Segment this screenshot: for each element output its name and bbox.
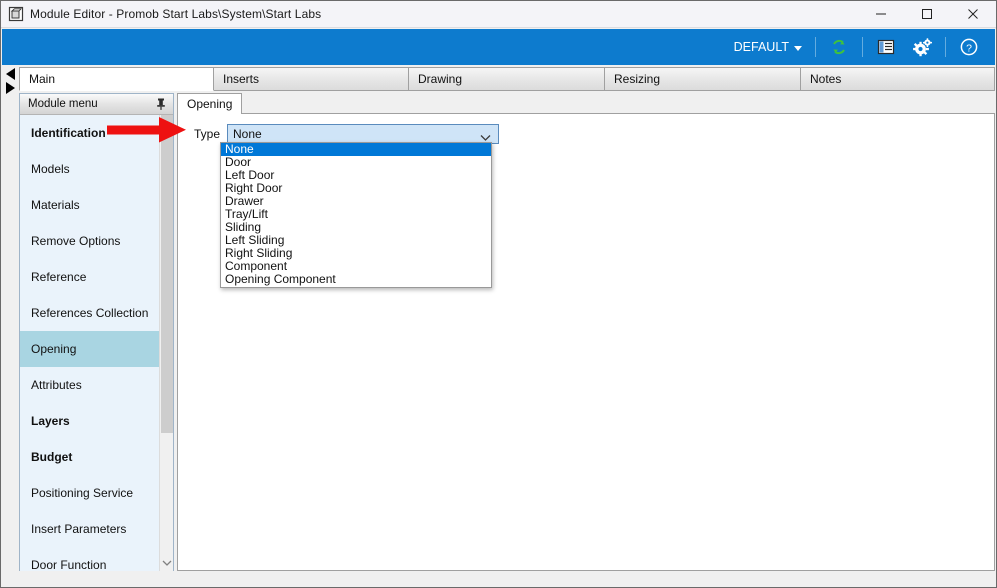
content-tab-strip: Opening: [177, 93, 995, 114]
sidebar-item-label: Budget: [31, 450, 73, 464]
dropdown-option-label: Left Sliding: [225, 233, 285, 247]
dropdown-option-label: Sliding: [225, 220, 262, 234]
dropdown-option-label: Opening Component: [225, 272, 336, 286]
tab-label: Inserts: [223, 72, 260, 86]
sidebar-item-label: References Collection: [31, 306, 149, 320]
refresh-sync-icon[interactable]: [827, 35, 851, 59]
panel-collapse-rail: [2, 66, 19, 571]
tab-main[interactable]: Main: [19, 67, 214, 91]
main-tab-strip: Main Inserts Drawing Resizing Notes: [19, 67, 995, 91]
sidebar-scrollbar-thumb[interactable]: [161, 115, 173, 433]
dropdown-option-opening-component[interactable]: Opening Component: [221, 273, 491, 286]
sidebar-item-reference[interactable]: Reference: [20, 259, 160, 295]
title-bar: Module Editor - Promob Start Labs\System…: [1, 1, 996, 28]
dropdown-option-label: None: [225, 142, 254, 156]
default-profile-label: DEFAULT: [733, 40, 789, 54]
ribbon-separator-3: [945, 37, 946, 57]
gears-settings-icon[interactable]: [910, 35, 934, 59]
window-title: Module Editor - Promob Start Labs\System…: [30, 7, 322, 21]
sidebar-item-opening[interactable]: Opening: [20, 331, 160, 367]
close-button[interactable]: [950, 1, 996, 28]
dropdown-option-label: Door: [225, 155, 252, 169]
list-panel-icon[interactable]: [874, 35, 898, 59]
dropdown-option-label: Tray/Lift: [225, 207, 268, 221]
help-question-icon[interactable]: ?: [957, 35, 981, 59]
sidebar-item-label: Door Function: [31, 558, 107, 571]
sidebar-item-door-function[interactable]: Door Function: [20, 547, 160, 571]
sidebar-item-layers[interactable]: Layers: [20, 403, 160, 439]
type-combobox-value: None: [233, 127, 262, 141]
tab-resizing[interactable]: Resizing: [605, 67, 801, 91]
maximize-button[interactable]: [904, 1, 950, 28]
sidebar-item-label: Identification: [31, 126, 106, 140]
chevron-down-icon: [794, 45, 802, 51]
module-menu-header: Module menu: [20, 94, 173, 115]
sidebar-item-label: Models: [31, 162, 70, 176]
ribbon-separator-2: [862, 37, 863, 57]
sidebar-item-positioning-service[interactable]: Positioning Service: [20, 475, 160, 511]
collapse-left-arrow-icon[interactable]: [6, 68, 15, 80]
sidebar-item-models[interactable]: Models: [20, 151, 160, 187]
sidebar-item-insert-parameters[interactable]: Insert Parameters: [20, 511, 160, 547]
module-editor-window: Module Editor - Promob Start Labs\System…: [0, 0, 997, 588]
dropdown-option-label: Left Door: [225, 168, 275, 182]
sidebar-scrollbar[interactable]: [159, 115, 173, 571]
type-field-row: Type None: [186, 124, 499, 144]
sidebar-item-label: Opening: [31, 342, 77, 356]
tab-label: Main: [29, 72, 56, 86]
scroll-down-icon[interactable]: [160, 554, 173, 571]
ribbon-bar: DEFAULT ?: [2, 29, 995, 65]
sidebar-item-label: Positioning Service: [31, 486, 134, 500]
pin-icon[interactable]: [155, 97, 167, 111]
expand-right-arrow-icon[interactable]: [6, 82, 15, 94]
minimize-button[interactable]: [858, 1, 904, 28]
module-menu-title: Module menu: [28, 98, 98, 110]
tab-drawing[interactable]: Drawing: [409, 67, 605, 91]
dropdown-option-label: Component: [225, 259, 288, 273]
sidebar-item-materials[interactable]: Materials: [20, 187, 160, 223]
sidebar-item-attributes[interactable]: Attributes: [20, 367, 160, 403]
svg-text:?: ?: [966, 42, 972, 54]
tab-label: Drawing: [418, 72, 463, 86]
type-dropdown-list[interactable]: None Door Left Door Right Door Drawer Tr…: [220, 142, 492, 288]
tab-opening[interactable]: Opening: [177, 93, 243, 114]
sidebar-item-label: Attributes: [31, 378, 82, 392]
type-label: Type: [193, 127, 220, 141]
window-controls: [858, 1, 996, 28]
tab-label: Resizing: [614, 72, 661, 86]
sidebar-item-references-collection[interactable]: References Collection: [20, 295, 160, 331]
module-menu-list: Identification Models Materials Remove O…: [20, 115, 173, 571]
dropdown-option-label: Right Sliding: [225, 246, 293, 260]
sidebar-item-label: Reference: [31, 270, 87, 284]
module-cube-icon: [8, 6, 24, 22]
tab-notes[interactable]: Notes: [801, 67, 995, 91]
tab-label: Notes: [810, 72, 842, 86]
type-combobox[interactable]: None: [227, 124, 499, 144]
ribbon-separator-1: [815, 37, 816, 57]
sidebar-item-label: Insert Parameters: [31, 522, 127, 536]
sidebar-item-budget[interactable]: Budget: [20, 439, 160, 475]
dropdown-option-label: Right Door: [225, 181, 283, 195]
module-menu-panel: Module menu Identification Models Materi…: [19, 93, 174, 571]
dropdown-option-label: Drawer: [225, 194, 264, 208]
dropdown-option-tray-lift[interactable]: Tray/Lift: [221, 208, 491, 221]
sidebar-item-label: Layers: [31, 414, 70, 428]
dropdown-option-none[interactable]: None: [221, 143, 491, 156]
content-tab-label: Opening: [187, 97, 233, 111]
sidebar-item-identification[interactable]: Identification: [20, 115, 160, 151]
sidebar-item-label: Remove Options: [31, 234, 121, 248]
default-profile-dropdown[interactable]: DEFAULT: [734, 40, 802, 54]
sidebar-item-label: Materials: [31, 198, 80, 212]
sidebar-item-remove-options[interactable]: Remove Options: [20, 223, 160, 259]
tab-inserts[interactable]: Inserts: [214, 67, 409, 91]
